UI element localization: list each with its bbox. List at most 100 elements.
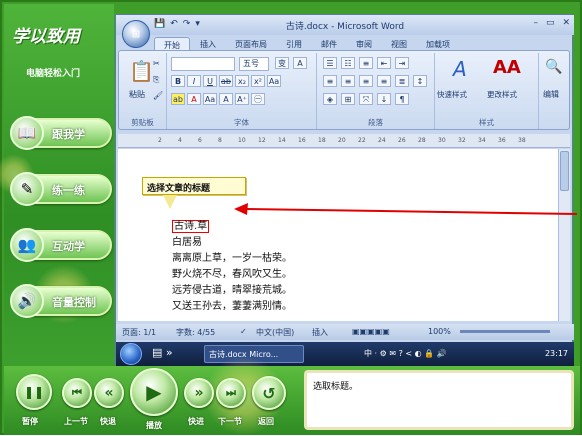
fast-forward-button[interactable]: » xyxy=(184,378,214,408)
pause-label: 暂停 xyxy=(22,417,38,426)
vertical-scrollbar[interactable] xyxy=(558,149,570,321)
subscript-icon[interactable]: x₂ xyxy=(235,75,249,87)
sort-icon[interactable]: ↓ xyxy=(377,93,391,105)
shading-icon[interactable]: ◈ xyxy=(323,93,337,105)
proofing-icon[interactable]: ✓ xyxy=(240,327,247,336)
font-name-box[interactable] xyxy=(171,57,235,71)
system-tray[interactable]: 中 · ⚙ ✉ ? < ◐ 🔒 🔊 xyxy=(364,348,447,359)
clipboard-group: 📋 粘贴 ✂ ⎘ 🖌 剪贴板 xyxy=(119,53,167,129)
phonetic-guide-icon[interactable]: 变 xyxy=(275,57,289,69)
font-size-box[interactable]: 五号 xyxy=(239,57,269,71)
insert-mode[interactable]: 插入 xyxy=(312,327,328,338)
clear-format-icon[interactable]: Aa xyxy=(267,75,281,87)
pause-button[interactable]: ❚❚ xyxy=(16,374,52,410)
pause-icon: ❚❚ xyxy=(23,385,45,399)
document-line[interactable]: 又送王孙去，萋萋满别情。 xyxy=(172,297,292,312)
document-line[interactable]: 野火烧不尽，春风吹又生。 xyxy=(172,265,292,280)
change-styles-label[interactable]: 更改样式 xyxy=(487,89,517,100)
clipboard-group-label: 剪贴板 xyxy=(131,118,154,127)
chinese-layout-icon[interactable]: ⤧ xyxy=(359,93,373,105)
font-color-icon[interactable]: A xyxy=(187,93,201,105)
change-case-icon[interactable]: Aa xyxy=(203,93,217,105)
nav-volume-button[interactable]: 🔊 音量控制 xyxy=(10,284,112,318)
align-left-icon[interactable]: ≡ xyxy=(323,75,337,87)
return-button[interactable]: ↺ xyxy=(252,376,286,410)
play-label: 播放 xyxy=(146,421,162,430)
view-buttons[interactable]: ▣▣▣▣▣ xyxy=(352,327,390,336)
redo-icon[interactable]: ↷ xyxy=(183,19,191,29)
italic-icon[interactable]: I xyxy=(187,75,201,87)
document-line[interactable]: 远芳侵古道，晴翠接荒城。 xyxy=(172,281,292,296)
format-painter-icon[interactable]: 🖌 xyxy=(153,91,163,100)
bullets-icon[interactable]: ☰ xyxy=(323,57,337,69)
selected-title-text[interactable]: 古诗.草 xyxy=(172,220,210,233)
quick-styles-icon[interactable]: A xyxy=(453,57,467,81)
increase-indent-icon[interactable]: ⇥ xyxy=(395,57,409,69)
speaker-icon: 🔊 xyxy=(10,284,44,318)
clock[interactable]: 23:17 xyxy=(545,349,568,358)
document-page[interactable]: 选择文章的标题 古诗.草 白居易 离离原上草，一岁一枯荣。 野火烧不尽，春风吹又… xyxy=(118,149,558,321)
zoom-level[interactable]: 100% xyxy=(428,327,451,336)
customize-qat-icon[interactable]: ▾ xyxy=(195,19,200,29)
strikethrough-icon[interactable]: ab xyxy=(219,75,233,87)
nav-interactive-button[interactable]: 👥 互动学 xyxy=(10,228,112,262)
paste-button-label[interactable]: 粘贴 xyxy=(129,89,145,100)
nav-follow-learn-button[interactable]: 📖 跟我学 xyxy=(10,116,112,150)
find-icon[interactable]: 🔍 xyxy=(545,59,562,75)
copy-icon[interactable]: ⎘ xyxy=(153,75,159,85)
people-icon: 👥 xyxy=(10,228,44,262)
next-section-button[interactable]: ⏭ xyxy=(216,378,246,408)
underline-icon[interactable]: U xyxy=(203,75,217,87)
justify-icon[interactable]: ≡ xyxy=(377,75,391,87)
char-shading-icon[interactable]: A xyxy=(219,93,233,105)
ruler-tick: 12 xyxy=(258,137,266,144)
language-indicator[interactable]: 中文(中国) xyxy=(256,327,294,338)
office-button[interactable]: ⊞ xyxy=(122,20,150,48)
multilevel-list-icon[interactable]: ≡ xyxy=(359,57,373,69)
bold-icon[interactable]: B xyxy=(171,75,185,87)
align-right-icon[interactable]: ≡ xyxy=(359,75,373,87)
editing-label[interactable]: 编辑 xyxy=(543,89,559,100)
quick-styles-label[interactable]: 快速样式 xyxy=(437,89,467,100)
highlight-icon[interactable]: ab xyxy=(171,93,185,105)
cut-icon[interactable]: ✂ xyxy=(153,59,160,68)
scroll-thumb[interactable] xyxy=(560,151,569,191)
minimize-button[interactable]: – xyxy=(533,18,538,28)
nav-label: 互动学 xyxy=(52,240,85,253)
pencil-icon: ✎ xyxy=(10,172,44,206)
enclose-char-icon[interactable]: ㊀ xyxy=(251,93,265,105)
close-button[interactable]: ✕ xyxy=(562,18,570,28)
page-count[interactable]: 页面: 1/1 xyxy=(122,327,156,338)
document-line[interactable]: 离离原上草，一岁一枯荣。 xyxy=(172,249,292,264)
nav-practice-button[interactable]: ✎ 练一练 xyxy=(10,172,112,206)
paragraph-group: ☰ ☷ ≡ ⇤ ⇥ ≡ ≡ ≡ ≡ ≣ ↕ ◈ ⊞ ⤧ ↓ ¶ 段落 xyxy=(317,53,435,129)
char-border-icon[interactable]: A xyxy=(293,57,307,69)
zoom-slider[interactable] xyxy=(460,330,550,333)
rewind-button[interactable]: « xyxy=(94,378,124,408)
show-marks-icon[interactable]: ¶ xyxy=(395,93,409,105)
change-styles-icon[interactable]: AA xyxy=(493,57,521,78)
start-button[interactable] xyxy=(120,343,142,365)
line-spacing-icon[interactable]: ↕ xyxy=(413,75,427,87)
maximize-button[interactable]: ▭ xyxy=(546,18,555,28)
save-icon[interactable]: 💾 xyxy=(154,19,165,29)
ruler-tick: 18 xyxy=(318,137,326,144)
borders-icon[interactable]: ⊞ xyxy=(341,93,355,105)
undo-icon[interactable]: ↶ xyxy=(170,19,178,29)
decrease-indent-icon[interactable]: ⇤ xyxy=(377,57,391,69)
ruler-tick: 6 xyxy=(198,137,202,144)
document-title-line[interactable]: 古诗.草 xyxy=(172,217,210,233)
paste-icon[interactable]: 📋 xyxy=(129,59,154,83)
grow-font-icon[interactable]: A⁺ xyxy=(235,93,249,105)
play-button[interactable]: ▶ xyxy=(130,368,178,416)
quick-launch-icon[interactable]: ▤ » xyxy=(152,346,173,359)
word-count[interactable]: 字数: 4/55 xyxy=(176,327,215,338)
distributed-icon[interactable]: ≣ xyxy=(395,75,409,87)
horizontal-ruler[interactable]: 2 4 6 8 10 12 14 16 18 20 22 24 26 28 30 32 34 36 38 xyxy=(118,134,570,148)
previous-section-button[interactable]: ⏮ xyxy=(62,378,92,408)
word-window: 古诗.docx - Microsoft Word 💾 ↶ ↷ ▾ – ▭ ✕ ⊞… xyxy=(115,14,574,366)
align-center-icon[interactable]: ≡ xyxy=(341,75,355,87)
numbering-icon[interactable]: ☷ xyxy=(341,57,355,69)
document-line[interactable]: 白居易 xyxy=(172,233,202,248)
superscript-icon[interactable]: x² xyxy=(251,75,265,87)
